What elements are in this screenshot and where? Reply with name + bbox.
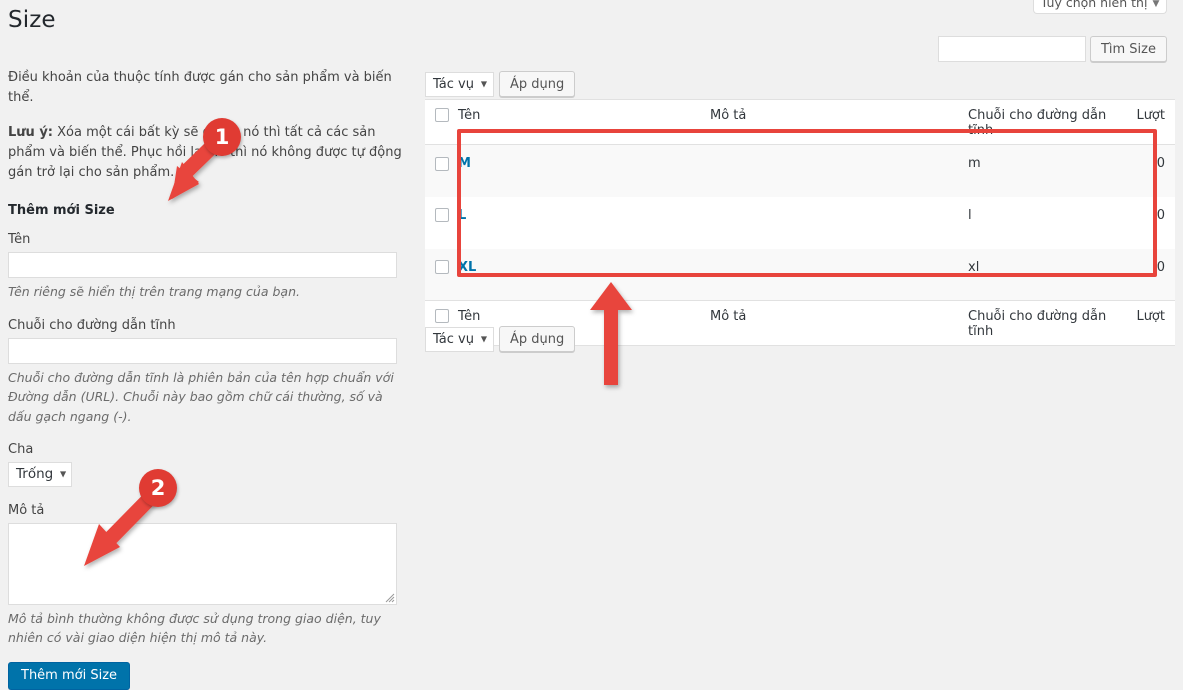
chevron-down-icon: ▼ <box>480 79 487 89</box>
row-count-cell[interactable]: 0 <box>1108 144 1175 197</box>
row-slug-cell: l <box>968 196 1108 249</box>
add-new-term-form: Điều khoản của thuộc tính được gán cho s… <box>8 68 408 690</box>
column-footer-slug[interactable]: Chuỗi cho đường dẫn tĩnh <box>968 300 1108 346</box>
column-footer-count[interactable]: Lượt <box>1108 300 1175 346</box>
note-prefix: Lưu ý: <box>8 125 53 140</box>
row-checkbox-cell <box>425 144 458 197</box>
add-new-size-button[interactable]: Thêm mới Size <box>8 661 131 690</box>
row-count-cell[interactable]: 0 <box>1108 196 1175 249</box>
description-wrap <box>8 522 397 605</box>
table-row: L l 0 <box>425 196 1175 249</box>
table-head: Tên Mô tả Chuỗi cho đường dẫn tĩnh Lượt <box>425 99 1175 145</box>
parent-select-value: Trống <box>16 466 54 483</box>
search-box: Tìm Size <box>937 36 1167 62</box>
name-field-label: Tên <box>8 232 31 248</box>
row-checkbox[interactable] <box>435 260 449 274</box>
search-input[interactable] <box>937 36 1086 62</box>
terms-list-panel: Tìm Size Tác vụ ▼ Áp dụng Tên Mô tả Chuỗ… <box>425 0 1175 597</box>
chevron-down-icon: ▼ <box>1152 0 1160 9</box>
parent-field-label: Cha <box>8 441 34 457</box>
row-description-cell <box>710 248 968 301</box>
table-header-row: Tên Mô tả Chuỗi cho đường dẫn tĩnh Lượt <box>425 99 1175 145</box>
chevron-down-icon: ▼ <box>480 334 487 344</box>
row-count-cell[interactable]: 0 <box>1108 248 1175 301</box>
bulk-action-select-top-value: Tác vụ <box>433 76 474 92</box>
slug-help-text: Chuỗi cho đường dẫn tĩnh là phiên bản củ… <box>8 369 394 424</box>
slug-input[interactable] <box>8 337 397 364</box>
column-header-slug[interactable]: Chuỗi cho đường dẫn tĩnh <box>968 99 1108 145</box>
name-help-text: Tên riêng sẽ hiển thị trên trang mạng củ… <box>8 284 300 300</box>
column-footer-description[interactable]: Mô tả <box>710 300 968 346</box>
row-description-cell <box>710 196 968 249</box>
term-name-link[interactable]: M <box>458 156 471 171</box>
row-checkbox[interactable] <box>435 208 449 222</box>
table-row: M m 0 <box>425 144 1175 197</box>
note-body: Xóa một cái bất kỳ sẽ gỡ bỏ nó thì tất c… <box>8 125 402 181</box>
row-checkbox[interactable] <box>435 156 449 171</box>
apply-button-bottom[interactable]: Áp dụng <box>498 326 576 352</box>
apply-button-top[interactable]: Áp dụng <box>498 71 576 97</box>
screen-options-tab[interactable]: Tùy chọn hiển thị ▼ <box>1033 0 1167 14</box>
term-name-link[interactable]: L <box>458 208 466 223</box>
bulk-action-select-bottom-value: Tác vụ <box>433 331 474 347</box>
parent-select-wrap: Trống ▼ <box>8 461 73 487</box>
chevron-down-icon: ▼ <box>60 469 67 479</box>
slug-field-label: Chuỗi cho đường dẫn tĩnh <box>8 317 176 333</box>
bulk-actions-top: Tác vụ ▼ Áp dụng <box>425 71 576 97</box>
description-textarea[interactable] <box>8 522 397 605</box>
description-field-label: Mô tả <box>8 502 45 518</box>
row-name-cell: L <box>458 196 710 249</box>
table-body: M m 0 L l 0 XL xl 0 <box>425 144 1175 301</box>
row-checkbox-cell <box>425 248 458 301</box>
terms-table: Tên Mô tả Chuỗi cho đường dẫn tĩnh Lượt … <box>425 99 1175 346</box>
term-name-link[interactable]: XL <box>458 260 476 275</box>
row-name-cell: XL <box>458 248 710 301</box>
note-text: Lưu ý: Xóa một cái bất kỳ sẽ gỡ bỏ nó th… <box>8 123 408 183</box>
name-input[interactable] <box>8 252 397 279</box>
screen-options-label: Tùy chọn hiển thị <box>1040 0 1148 10</box>
page-title: Size <box>8 7 56 33</box>
row-slug-cell: m <box>968 144 1108 197</box>
column-header-description[interactable]: Mô tả <box>710 99 968 145</box>
bulk-action-select-bottom[interactable]: Tác vụ ▼ <box>425 326 494 352</box>
row-checkbox-cell <box>425 196 458 249</box>
table-row: XL xl 0 <box>425 248 1175 301</box>
row-description-cell <box>710 144 968 197</box>
select-all-checkbox-top[interactable] <box>435 107 449 122</box>
column-header-count[interactable]: Lượt <box>1108 99 1175 145</box>
bulk-actions-bottom: Tác vụ ▼ Áp dụng <box>425 326 576 352</box>
bulk-action-select-top[interactable]: Tác vụ ▼ <box>425 71 494 97</box>
select-all-header <box>425 99 458 145</box>
parent-select[interactable]: Trống ▼ <box>8 461 73 487</box>
row-slug-cell: xl <box>968 248 1108 301</box>
description-help-text: Mô tả bình thường không được sử dụng tro… <box>8 610 381 646</box>
row-name-cell: M <box>458 144 710 197</box>
column-header-name[interactable]: Tên <box>458 99 710 145</box>
select-all-checkbox-bottom[interactable] <box>435 308 449 323</box>
form-heading: Thêm mới Size <box>8 203 115 219</box>
intro-text: Điều khoản của thuộc tính được gán cho s… <box>8 70 392 105</box>
search-submit-button[interactable]: Tìm Size <box>1089 36 1167 62</box>
